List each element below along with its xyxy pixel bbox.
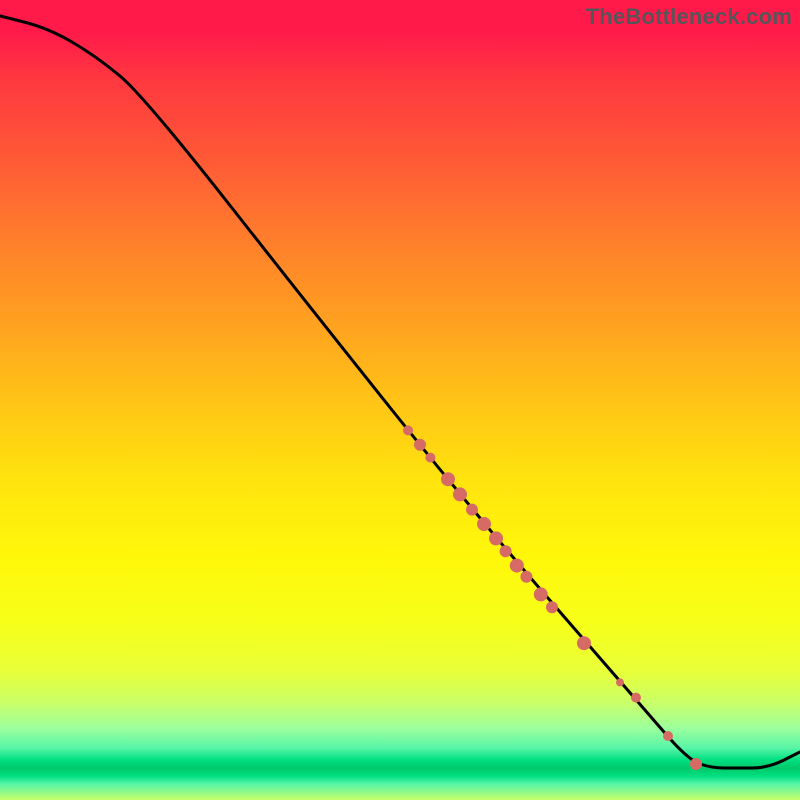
- chart-svg: [0, 0, 800, 800]
- data-points-group: [403, 425, 702, 770]
- data-point: [510, 559, 524, 573]
- data-point: [616, 678, 624, 686]
- data-point: [466, 504, 478, 516]
- data-point: [520, 571, 532, 583]
- data-point: [453, 487, 467, 501]
- data-point: [500, 545, 512, 557]
- data-point: [441, 472, 455, 486]
- data-point: [663, 731, 673, 741]
- data-point: [534, 587, 548, 601]
- bottleneck-curve: [0, 16, 800, 768]
- data-point: [489, 531, 503, 545]
- data-point: [414, 439, 426, 451]
- data-point: [631, 693, 641, 703]
- data-point: [546, 601, 558, 613]
- data-point: [477, 517, 491, 531]
- data-point: [690, 758, 702, 770]
- data-point: [425, 453, 435, 463]
- data-point: [577, 636, 591, 650]
- data-point: [403, 425, 413, 435]
